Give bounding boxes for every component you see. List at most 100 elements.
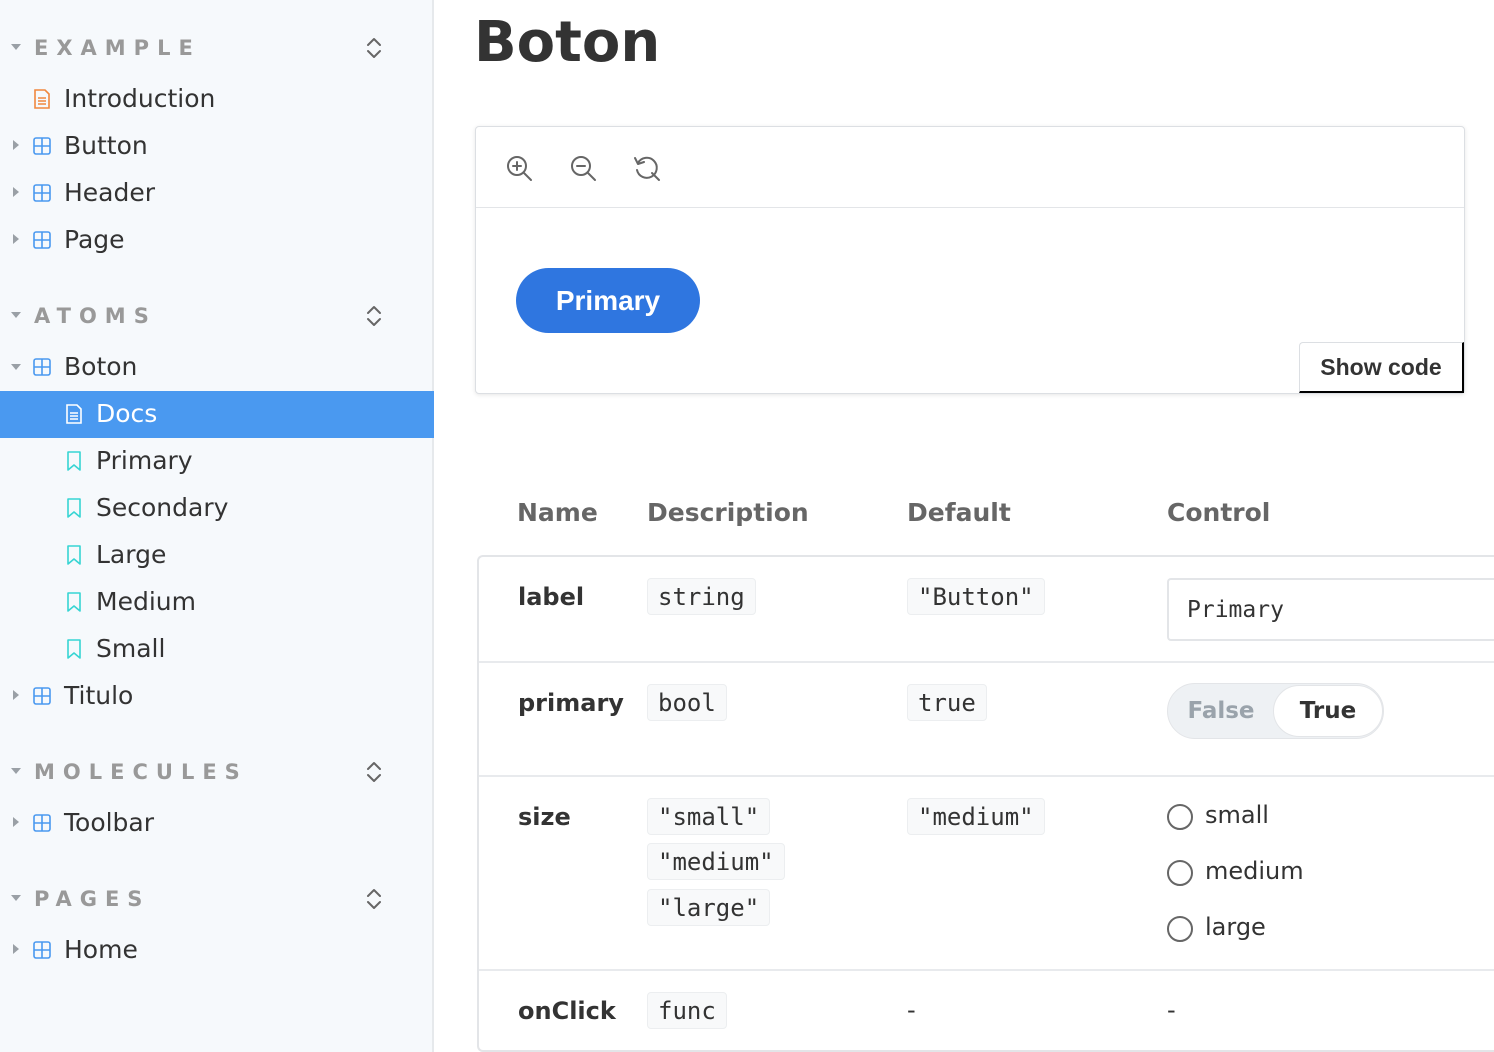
section-header-example[interactable]: EXAMPLE	[0, 28, 434, 68]
expand-collapse-icon[interactable]	[362, 34, 386, 62]
expand-caret-icon	[13, 234, 19, 244]
column-header-description: Description	[647, 498, 809, 527]
toggle-option-false[interactable]: False	[1168, 684, 1274, 738]
preview-toolbar	[476, 127, 1464, 208]
sidebar-item-large[interactable]: Large	[0, 532, 434, 579]
sidebar-item-secondary[interactable]: Secondary	[0, 485, 434, 532]
label-text-input[interactable]: Primary	[1167, 578, 1494, 641]
sidebar-item-label: Toolbar	[64, 808, 155, 837]
row-divider	[479, 661, 1494, 663]
section-header-pages[interactable]: PAGES	[0, 879, 434, 919]
sidebar-item-label: Primary	[96, 446, 193, 475]
section-collapse-caret-icon	[11, 768, 21, 774]
expand-collapse-icon[interactable]	[362, 885, 386, 913]
sidebar-item-label: Button	[64, 131, 148, 160]
section-title: PAGES	[34, 887, 151, 911]
column-header-control: Control	[1167, 498, 1271, 527]
arg-name-primary: primary	[518, 689, 624, 717]
section-title: ATOMS	[34, 304, 157, 328]
arg-name-label: label	[518, 583, 585, 611]
sidebar-item-page[interactable]: Page	[0, 217, 434, 264]
sidebar-item-button[interactable]: Button	[0, 123, 434, 170]
page-title: Boton	[474, 10, 661, 75]
doc-icon	[34, 89, 50, 109]
arg-type-pill: string	[647, 578, 756, 615]
sidebar: EXAMPLE Introduction Button Header Page …	[0, 0, 434, 1052]
arg-type-pill: "medium"	[647, 843, 785, 880]
section-header-molecules[interactable]: MOLECULES	[0, 752, 434, 792]
column-header-default: Default	[907, 498, 1011, 527]
section-collapse-caret-icon	[11, 312, 21, 318]
component-icon	[33, 814, 51, 832]
toggle-option-true[interactable]: True	[1273, 685, 1383, 737]
zoom-in-icon[interactable]	[504, 153, 534, 183]
section-title: EXAMPLE	[34, 36, 201, 60]
section-header-atoms[interactable]: ATOMS	[0, 296, 434, 336]
expand-caret-icon	[13, 690, 19, 700]
component-icon	[33, 137, 51, 155]
radio-label[interactable]: medium	[1205, 857, 1304, 885]
sidebar-item-medium[interactable]: Medium	[0, 579, 434, 626]
show-code-button[interactable]: Show code	[1299, 342, 1464, 393]
row-divider	[479, 969, 1494, 971]
zoom-out-icon[interactable]	[568, 153, 598, 183]
expand-caret-icon	[13, 817, 19, 827]
radio-label[interactable]: small	[1205, 801, 1269, 829]
component-icon	[33, 358, 51, 376]
arg-default-pill: true	[907, 684, 987, 721]
sidebar-item-label: Introduction	[64, 84, 216, 113]
arg-default-pill: "medium"	[907, 798, 1045, 835]
sidebar-item-label: Large	[96, 540, 167, 569]
bookmark-icon	[67, 545, 81, 565]
expand-caret-icon	[13, 187, 19, 197]
sidebar-item-home[interactable]: Home	[0, 927, 434, 974]
sidebar-item-label: Medium	[96, 587, 196, 616]
section-collapse-caret-icon	[11, 44, 21, 50]
column-header-name: Name	[517, 498, 598, 527]
arg-default-empty: -	[907, 996, 916, 1024]
reset-zoom-icon[interactable]	[632, 153, 662, 183]
control-empty: -	[1167, 996, 1176, 1024]
sidebar-item-label: Boton	[64, 352, 138, 381]
expand-collapse-icon[interactable]	[362, 302, 386, 330]
size-radio-large[interactable]	[1167, 916, 1193, 942]
sidebar-item-label: Titulo	[64, 681, 134, 710]
bookmark-icon	[67, 639, 81, 659]
sidebar-item-label: Docs	[96, 399, 158, 428]
section-title: MOLECULES	[34, 760, 248, 784]
story-preview: Primary Show code	[475, 126, 1465, 394]
sidebar-item-label: Page	[64, 225, 125, 254]
size-radio-small[interactable]	[1167, 804, 1193, 830]
sidebar-item-label: Small	[96, 634, 166, 663]
sidebar-item-small[interactable]: Small	[0, 626, 434, 673]
sidebar-item-toolbar[interactable]: Toolbar	[0, 800, 434, 847]
bookmark-icon	[67, 451, 81, 471]
doc-icon	[66, 404, 82, 424]
sidebar-item-boton[interactable]: Boton	[0, 344, 434, 391]
sidebar-item-label: Home	[64, 935, 138, 964]
arg-name-size: size	[518, 803, 571, 831]
collapse-caret-icon	[11, 364, 21, 370]
component-icon	[33, 231, 51, 249]
component-icon	[33, 941, 51, 959]
sidebar-item-label: Header	[64, 178, 156, 207]
radio-label[interactable]: large	[1205, 913, 1266, 941]
sidebar-item-docs[interactable]: Docs	[0, 391, 434, 438]
section-collapse-caret-icon	[11, 895, 21, 901]
primary-boolean-toggle[interactable]: False True	[1167, 683, 1384, 739]
sidebar-item-header[interactable]: Header	[0, 170, 434, 217]
sidebar-item-introduction[interactable]: Introduction	[0, 76, 434, 123]
expand-collapse-icon[interactable]	[362, 758, 386, 786]
size-radio-medium[interactable]	[1167, 860, 1193, 886]
arg-default-pill: "Button"	[907, 578, 1045, 615]
arg-type-pill: "small"	[647, 798, 771, 835]
sidebar-item-titulo[interactable]: Titulo	[0, 673, 434, 720]
expand-caret-icon	[13, 944, 19, 954]
arg-name-onclick: onClick	[518, 997, 616, 1025]
sidebar-item-primary[interactable]: Primary	[0, 438, 434, 485]
component-icon	[33, 687, 51, 705]
row-divider	[479, 775, 1494, 777]
arg-type-pill: bool	[647, 684, 727, 721]
primary-button-preview[interactable]: Primary	[516, 268, 700, 333]
arg-type-pill: func	[647, 992, 727, 1029]
